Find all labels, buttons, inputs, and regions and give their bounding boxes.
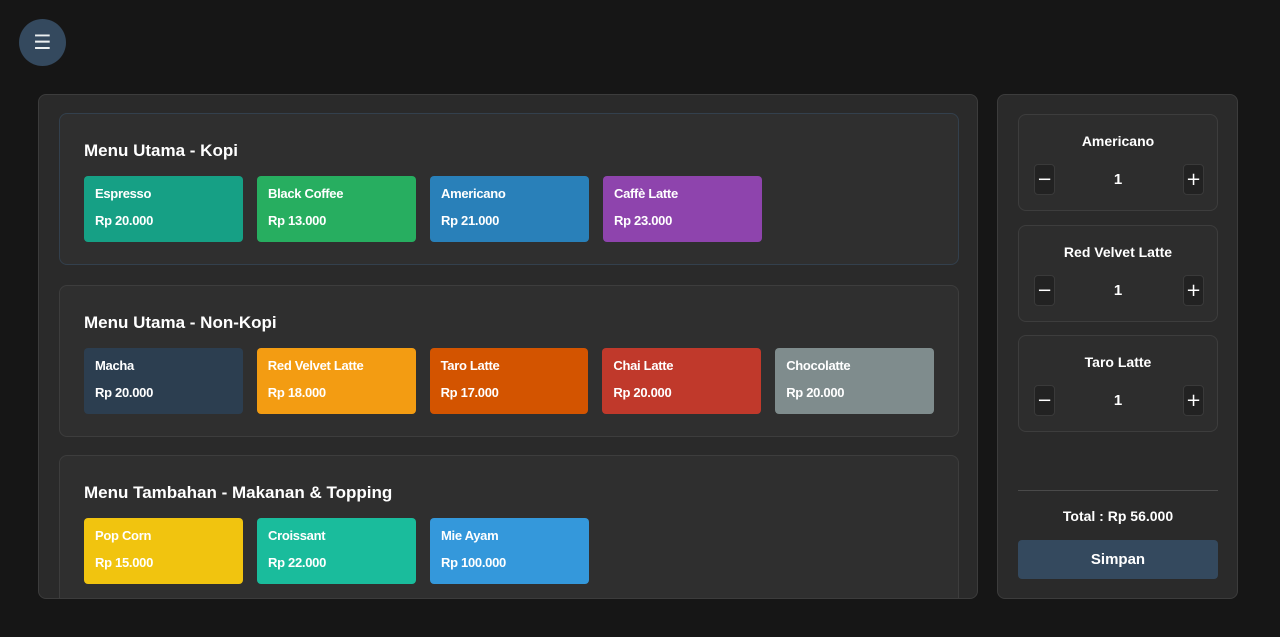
item-name: Black Coffee xyxy=(268,186,344,201)
menu-item-macha[interactable]: Macha Rp 20.000 xyxy=(84,348,243,414)
item-price: Rp 100.000 xyxy=(441,555,506,570)
menu-item-caffe-latte[interactable]: Caffè Latte Rp 23.000 xyxy=(603,176,762,242)
cart-item: Red Velvet Latte − 1 + xyxy=(1018,225,1218,322)
menu-item-black-coffee[interactable]: Black Coffee Rp 13.000 xyxy=(257,176,416,242)
menu-item-espresso[interactable]: Espresso Rp 20.000 xyxy=(84,176,243,242)
item-name: Red Velvet Latte xyxy=(267,358,364,373)
item-name: Chocolatte xyxy=(786,358,851,373)
menu-panel: Menu Utama - Kopi Espresso Rp 20.000 Bla… xyxy=(38,94,978,599)
save-button[interactable]: Simpan xyxy=(1018,540,1218,579)
item-price: Rp 15.000 xyxy=(95,555,154,570)
item-name: Mie Ayam xyxy=(441,528,499,543)
menu-item-chocolatte[interactable]: Chocolatte Rp 20.000 xyxy=(775,348,934,414)
item-price: Rp 20.000 xyxy=(95,213,154,228)
menu-item-chai-latte[interactable]: Chai Latte Rp 20.000 xyxy=(602,348,762,414)
cart-item-name: Taro Latte xyxy=(1084,354,1152,370)
increase-quantity-button[interactable]: + xyxy=(1183,164,1204,195)
item-name: Pop Corn xyxy=(95,528,152,543)
category-non-kopi: Menu Utama - Non-Kopi Macha Rp 20.000 Re… xyxy=(59,285,959,437)
item-name: Espresso xyxy=(95,186,152,201)
item-price: Rp 13.000 xyxy=(268,213,327,228)
item-price: Rp 17.000 xyxy=(440,385,499,400)
cart-panel: Americano − 1 + Red Velvet Latte − 1 + T… xyxy=(997,94,1238,599)
item-price: Rp 22.000 xyxy=(268,555,327,570)
menu-items: Pop Corn Rp 15.000 Croissant Rp 22.000 M… xyxy=(84,518,934,584)
cart-item-name: Red Velvet Latte xyxy=(1063,244,1173,260)
item-name: Caffè Latte xyxy=(614,186,678,201)
item-price: Rp 20.000 xyxy=(95,385,154,400)
cart-item-name: Americano xyxy=(1081,133,1155,149)
menu-item-taro-latte[interactable]: Taro Latte Rp 17.000 xyxy=(429,348,589,414)
increase-quantity-button[interactable]: + xyxy=(1183,385,1204,416)
item-name: Americano xyxy=(441,186,506,201)
cart-item: Americano − 1 + xyxy=(1018,114,1218,211)
hamburger-icon: ☰ xyxy=(33,30,52,54)
menu-items: Espresso Rp 20.000 Black Coffee Rp 13.00… xyxy=(84,176,934,242)
category-title: Menu Utama - Non-Kopi xyxy=(84,313,277,332)
menu-item-mie-ayam[interactable]: Mie Ayam Rp 100.000 xyxy=(430,518,589,584)
cart-divider xyxy=(1018,490,1218,491)
menu-items: Macha Rp 20.000 Red Velvet Latte Rp 18.0… xyxy=(84,348,934,414)
item-price: Rp 20.000 xyxy=(786,385,845,400)
item-name: Chai Latte xyxy=(613,358,674,373)
menu-toggle-button[interactable]: ☰ xyxy=(19,19,66,66)
increase-quantity-button[interactable]: + xyxy=(1183,275,1204,306)
category-kopi: Menu Utama - Kopi Espresso Rp 20.000 Bla… xyxy=(59,113,959,265)
item-name: Macha xyxy=(95,358,134,373)
item-price: Rp 23.000 xyxy=(614,213,673,228)
item-price: Rp 20.000 xyxy=(613,385,672,400)
menu-item-red-velvet-latte[interactable]: Red Velvet Latte Rp 18.000 xyxy=(256,348,416,414)
item-name: Taro Latte xyxy=(440,358,500,373)
cart-item: Taro Latte − 1 + xyxy=(1018,335,1218,432)
category-title: Menu Utama - Kopi xyxy=(84,141,238,160)
menu-item-americano[interactable]: Americano Rp 21.000 xyxy=(430,176,589,242)
menu-item-pop-corn[interactable]: Pop Corn Rp 15.000 xyxy=(84,518,243,584)
item-name: Croissant xyxy=(268,528,326,543)
category-title: Menu Tambahan - Makanan & Topping xyxy=(84,483,393,502)
item-price: Rp 18.000 xyxy=(267,385,326,400)
menu-item-croissant[interactable]: Croissant Rp 22.000 xyxy=(257,518,416,584)
cart-total: Total : Rp 56.000 xyxy=(1062,508,1174,524)
item-price: Rp 21.000 xyxy=(441,213,500,228)
category-tambahan: Menu Tambahan - Makanan & Topping Pop Co… xyxy=(59,455,959,598)
